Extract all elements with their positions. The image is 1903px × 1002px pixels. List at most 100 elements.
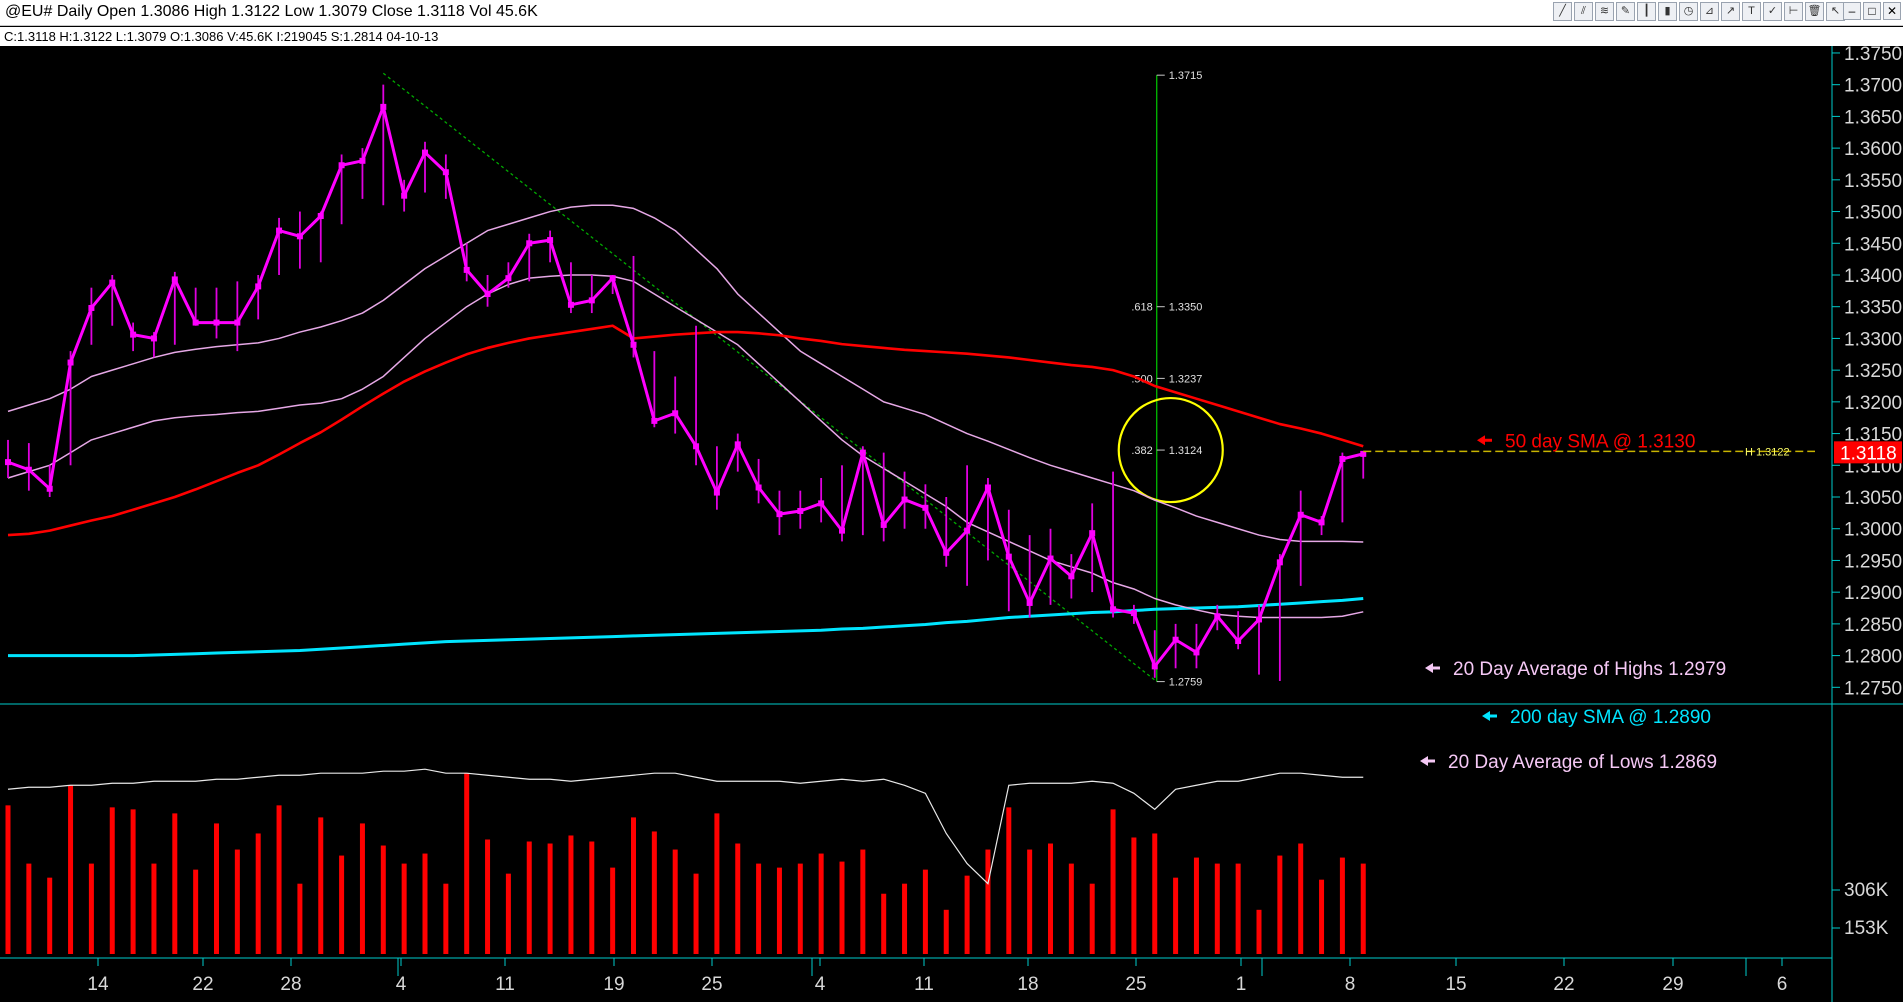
volume-bar xyxy=(5,805,11,954)
volume-bar xyxy=(1089,883,1095,954)
y-tick-label: 1.2850 xyxy=(1844,615,1902,636)
y-tick-label: 1.3650 xyxy=(1844,107,1902,128)
fib-icon[interactable]: ≋ xyxy=(1595,2,1614,21)
info-bar: C:1.3118 H:1.3122 L:1.3079 O:1.3086 V:45… xyxy=(0,27,1903,46)
bars-icon[interactable]: ┃ xyxy=(1637,2,1656,21)
volume-bar xyxy=(589,841,595,954)
close-point xyxy=(901,496,908,503)
close-point xyxy=(567,301,574,308)
volume-bar xyxy=(651,831,657,954)
line-icon[interactable]: ╱ xyxy=(1553,2,1572,21)
close-point xyxy=(67,359,74,366)
volume-bar xyxy=(109,807,115,954)
volume-bar xyxy=(234,849,240,954)
x-tick-label: 4 xyxy=(815,974,826,995)
close-point xyxy=(1068,573,1075,580)
price-chart[interactable]: 1.3750 1.3700 1.3650 1.3600 1.3550 1.3500 1.34… xyxy=(0,46,1903,1002)
fib-value: 1.3237 xyxy=(1169,373,1203,385)
volume-bar xyxy=(1110,809,1116,954)
volume-bar xyxy=(860,849,866,954)
volume-bar xyxy=(881,893,887,954)
volume-bar xyxy=(464,773,470,954)
y-tick-label: 1.3750 xyxy=(1844,46,1902,65)
close-point xyxy=(734,441,741,448)
pencil-icon[interactable]: ✎ xyxy=(1616,2,1635,21)
close-point xyxy=(192,319,199,326)
volume-bar xyxy=(1360,863,1366,954)
close-point xyxy=(88,304,95,311)
close-point xyxy=(651,417,658,424)
close-point xyxy=(442,169,449,176)
volume-bar xyxy=(631,817,636,954)
volume-bar xyxy=(68,785,74,954)
close-button[interactable]: ✕ xyxy=(1883,2,1901,20)
x-tick-label: 4 xyxy=(396,974,407,995)
check-icon[interactable]: ✓ xyxy=(1763,2,1782,21)
close-point xyxy=(672,410,679,417)
chart-background xyxy=(0,46,1903,1002)
volume-bar xyxy=(47,877,53,954)
close-point xyxy=(922,504,929,511)
y-tick-label: 1.3700 xyxy=(1844,76,1902,97)
channel-icon[interactable]: ⫽ xyxy=(1574,2,1593,21)
text-icon[interactable]: T xyxy=(1742,2,1761,21)
close-point xyxy=(943,549,950,556)
ruler-icon[interactable]: ⊢ xyxy=(1784,2,1803,21)
close-point xyxy=(213,319,220,326)
close-point xyxy=(1339,455,1346,462)
volume-bar xyxy=(1006,807,1012,954)
fib-value: 1.3124 xyxy=(1169,445,1203,457)
x-tick-label: 22 xyxy=(192,974,213,995)
close-point xyxy=(547,237,554,244)
minimize-button[interactable]: – xyxy=(1843,2,1861,20)
volume-bar xyxy=(297,883,303,954)
arrow-icon[interactable]: ↗ xyxy=(1721,2,1740,21)
fib-ratio: .618 xyxy=(1131,302,1152,314)
trash-icon[interactable]: 🗑 xyxy=(1805,2,1824,21)
close-point xyxy=(130,331,137,338)
close-point xyxy=(797,507,804,514)
close-point xyxy=(984,484,991,491)
close-point xyxy=(484,291,491,298)
volume-bar xyxy=(610,867,616,954)
x-tick-label: 19 xyxy=(603,974,624,995)
x-tick-label: 14 xyxy=(87,974,109,995)
x-tick-label: 25 xyxy=(701,974,722,995)
x-tick-label: 15 xyxy=(1445,974,1466,995)
volume-bar xyxy=(130,809,136,954)
volume-bar xyxy=(964,875,970,954)
y-tick-label: 1.3600 xyxy=(1844,139,1902,160)
close-point xyxy=(1235,638,1242,645)
y-tick-label: 1.3250 xyxy=(1844,361,1902,382)
volume-bar xyxy=(26,863,32,954)
x-tick-label: 22 xyxy=(1553,974,1574,995)
y-tick-label: 1.3300 xyxy=(1844,329,1902,350)
volume-bar xyxy=(1256,909,1262,954)
volume-bar xyxy=(255,833,261,954)
close-point xyxy=(150,335,157,342)
close-point xyxy=(964,527,971,534)
volume-bar xyxy=(1152,833,1158,954)
volume-bar xyxy=(693,873,699,954)
x-tick-label: 11 xyxy=(914,974,934,995)
candle-icon[interactable]: ▮ xyxy=(1658,2,1677,21)
y-tick-label: 1.3400 xyxy=(1844,266,1902,287)
close-point xyxy=(276,227,283,234)
close-point xyxy=(1297,511,1304,518)
volume-bar xyxy=(1173,877,1179,954)
volume-bar xyxy=(797,863,803,954)
gann-icon[interactable]: ⊿ xyxy=(1700,2,1719,21)
close-point xyxy=(839,527,845,534)
volume-bar xyxy=(214,823,219,954)
close-point xyxy=(526,240,533,247)
close-point xyxy=(1193,649,1200,656)
y-tick-label: 1.3450 xyxy=(1844,234,1902,255)
volume-bar xyxy=(1319,879,1325,954)
cycle-icon[interactable]: ◷ xyxy=(1679,2,1698,21)
maximize-button[interactable]: □ xyxy=(1863,2,1881,20)
volume-bar xyxy=(151,863,157,954)
chart-title: @EU# Daily Open 1.3086 High 1.3122 Low 1… xyxy=(5,3,538,20)
volume-bar xyxy=(401,863,407,954)
close-point xyxy=(693,443,700,450)
volume-bar xyxy=(339,855,345,954)
